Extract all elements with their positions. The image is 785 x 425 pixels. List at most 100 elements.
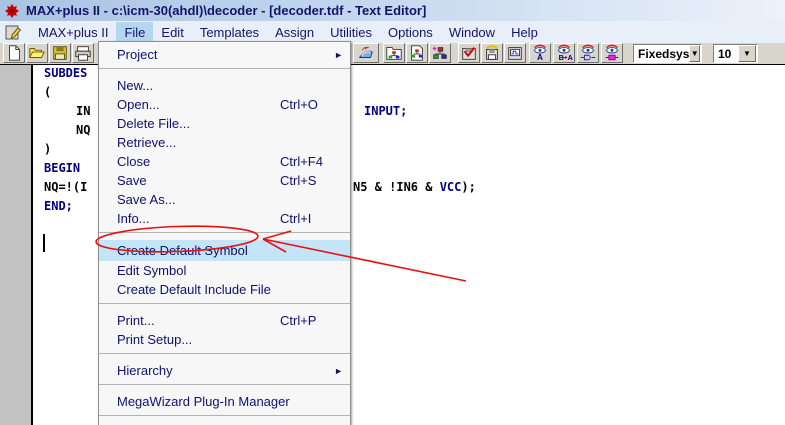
find-symbol-icon	[605, 44, 619, 61]
chevron-down-icon[interactable]: ▼	[689, 45, 700, 62]
menu-item-label: Print Setup...	[117, 332, 193, 347]
menu-item-megawizard-plug-in-manager[interactable]: MegaWizard Plug-In Manager	[99, 392, 350, 411]
menu-shortcut: Ctrl+F4	[280, 154, 323, 169]
new-file-icon	[9, 45, 20, 61]
save-check-icon	[462, 46, 476, 60]
submenu-arrow-icon: ►	[334, 365, 343, 376]
menu-bar: MAX+plus II File Edit Templates Assign U…	[0, 21, 785, 43]
save-compile-icon	[485, 45, 499, 60]
editor-gutter	[0, 65, 33, 425]
title-bar[interactable]: MAX+plus II - c:\icm-30(ahdl)\decoder - …	[0, 0, 785, 21]
menu-item-create-default-symbol[interactable]: Create Default Symbol	[99, 240, 350, 261]
menu-item-open[interactable]: Open... Ctrl+O	[99, 95, 350, 114]
menu-item-label: New...	[117, 78, 154, 93]
menubar-item-file[interactable]: File	[116, 21, 154, 43]
find-text-icon: A	[534, 44, 546, 62]
menubar-item-maxplus2[interactable]: MAX+plus II	[30, 22, 116, 43]
menu-item-label: Print...	[117, 313, 155, 328]
application-window: MAX+plus II - c:\icm-30(ahdl)\decoder - …	[0, 0, 785, 425]
svg-text:A: A	[537, 53, 543, 62]
menu-item-print[interactable]: Print... Ctrl+P	[99, 311, 350, 330]
find-symbol-button[interactable]	[601, 43, 623, 63]
menu-item-label: Hierarchy	[117, 363, 173, 378]
save-file-icon	[53, 46, 67, 60]
menu-item-edit-symbol[interactable]: Edit Symbol	[99, 261, 350, 280]
maxplus2-logo-icon	[5, 3, 19, 18]
compiler-icon	[358, 46, 373, 58]
compiler-button[interactable]	[353, 43, 379, 63]
menu-item-retrieve[interactable]: Retrieve...	[99, 133, 350, 152]
file-menu: Project ► New... Open... Ctrl+O Delete Fi…	[98, 41, 351, 425]
text-editor-icon	[5, 25, 22, 40]
replace-text-button[interactable]: B A	[553, 43, 575, 63]
menubar-item-help[interactable]: Help	[503, 22, 546, 43]
menu-shortcut: Ctrl+I	[280, 211, 312, 226]
menu-item-delete-file[interactable]: Delete File...	[99, 114, 350, 133]
menu-item-print-setup[interactable]: Print Setup...	[99, 330, 350, 349]
menu-separator	[99, 303, 350, 311]
font-size-value: 10	[718, 46, 732, 61]
menu-item-label: Open...	[117, 97, 160, 112]
menu-item-label: Retrieve...	[117, 135, 177, 150]
open-file-button[interactable]	[26, 43, 48, 63]
menu-item-new[interactable]: New...	[99, 76, 350, 95]
print-icon	[75, 46, 91, 61]
font-name-combobox[interactable]: Fixedsys ▼	[633, 44, 702, 63]
menu-shortcut: Ctrl+O	[280, 97, 318, 112]
menu-item-label: MegaWizard Plug-In Manager	[117, 394, 290, 409]
menu-item-hierarchy[interactable]: Hierarchy ►	[99, 361, 350, 380]
hierarchy-display-icon	[411, 45, 423, 61]
menu-separator	[99, 415, 350, 423]
submenu-arrow-icon: ►	[334, 49, 343, 60]
menu-item-save[interactable]: Save Ctrl+S	[99, 171, 350, 190]
font-name-value: Fixedsys	[638, 46, 690, 61]
menubar-item-edit[interactable]: Edit	[153, 22, 191, 43]
menu-item-label: Info...	[117, 211, 150, 226]
open-hierarchy-button[interactable]	[383, 43, 405, 63]
menu-item-label: Project	[117, 47, 158, 62]
hierarchy-tree-icon	[432, 46, 447, 59]
svg-text:A: A	[568, 53, 573, 62]
menu-item-save-as[interactable]: Save As...	[99, 190, 350, 209]
menubar-item-utilities[interactable]: Utilities	[322, 22, 380, 43]
save-check-button[interactable]	[458, 43, 480, 63]
menu-item-project[interactable]: Project ►	[99, 45, 350, 64]
menu-item-label: Create Default Symbol	[117, 243, 248, 258]
find-node-icon	[580, 44, 596, 61]
find-node-button[interactable]	[577, 43, 599, 63]
svg-text:B: B	[559, 53, 564, 62]
menu-shortcut: Ctrl+P	[280, 313, 317, 328]
menu-shortcut: Ctrl+S	[280, 173, 317, 188]
find-text-button[interactable]: A	[529, 43, 551, 63]
menu-item-close[interactable]: Close Ctrl+F4	[99, 152, 350, 171]
menu-item-info[interactable]: Info... Ctrl+I	[99, 209, 350, 228]
menu-item-label: Close	[117, 154, 151, 169]
save-compile-button[interactable]	[481, 43, 503, 63]
menu-item-label: Save	[117, 173, 147, 188]
menubar-item-templates[interactable]: Templates	[192, 22, 267, 43]
menu-separator	[99, 384, 350, 392]
menu-separator	[99, 68, 350, 76]
menubar-item-window[interactable]: Window	[441, 22, 503, 43]
save-file-button[interactable]	[49, 43, 71, 63]
menu-item-label: Edit Symbol	[117, 263, 187, 278]
open-hierarchy-icon	[386, 47, 402, 60]
menu-separator	[99, 353, 350, 361]
window-title: MAX+plus II - c:\icm-30(ahdl)\decoder - …	[26, 3, 427, 18]
print-button[interactable]	[72, 43, 94, 63]
menu-item-label: Delete File...	[117, 116, 190, 131]
menu-item-label: Save As...	[117, 192, 176, 207]
menu-item-label: Create Default Include File	[117, 282, 271, 297]
menubar-item-options[interactable]: Options	[380, 22, 441, 43]
menu-separator	[99, 232, 350, 240]
hierarchy-tree-button[interactable]	[429, 43, 451, 63]
menubar-item-assign[interactable]: Assign	[267, 22, 322, 43]
replace-text-icon: B A	[558, 44, 573, 62]
menu-item-create-default-include-file[interactable]: Create Default Include File	[99, 280, 350, 299]
font-size-combobox[interactable]: 10 ▼	[713, 44, 758, 63]
new-file-button[interactable]	[3, 43, 25, 63]
save-simulate-button[interactable]	[504, 43, 526, 63]
save-simulate-icon	[508, 47, 522, 60]
chevron-down-icon[interactable]: ▼	[738, 45, 756, 62]
hierarchy-display-button[interactable]	[406, 43, 428, 63]
